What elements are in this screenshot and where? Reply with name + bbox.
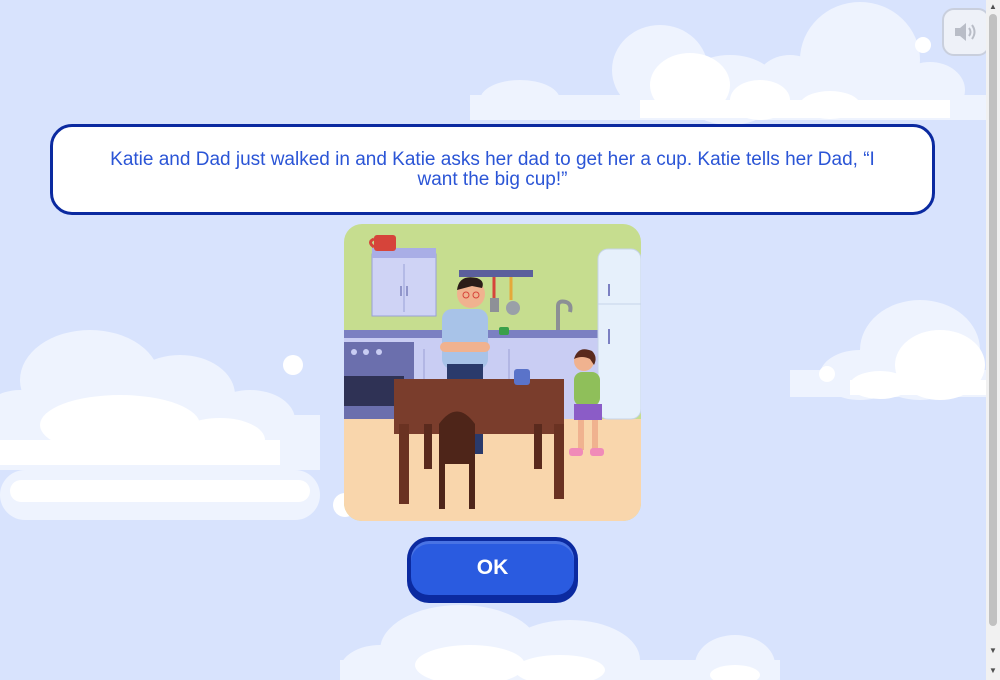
scroll-down-icon[interactable]: ▼ xyxy=(986,664,1000,678)
ok-button[interactable]: OK xyxy=(407,537,578,603)
ok-button-label: OK xyxy=(411,541,574,595)
scroll-down-icon[interactable]: ▼ xyxy=(986,644,1000,658)
prompt-text: Katie and Dad just walked in and Katie a… xyxy=(110,148,875,190)
speaker-icon xyxy=(955,23,976,41)
kitchen-illustration xyxy=(344,224,641,521)
vertical-scrollbar[interactable]: ▲ ▼ ▼ xyxy=(986,0,1000,680)
scroll-thumb[interactable] xyxy=(989,14,997,626)
prompt-box: Katie and Dad just walked in and Katie a… xyxy=(50,124,935,215)
scroll-up-icon[interactable]: ▲ xyxy=(986,0,1000,14)
sound-button[interactable] xyxy=(942,8,990,56)
